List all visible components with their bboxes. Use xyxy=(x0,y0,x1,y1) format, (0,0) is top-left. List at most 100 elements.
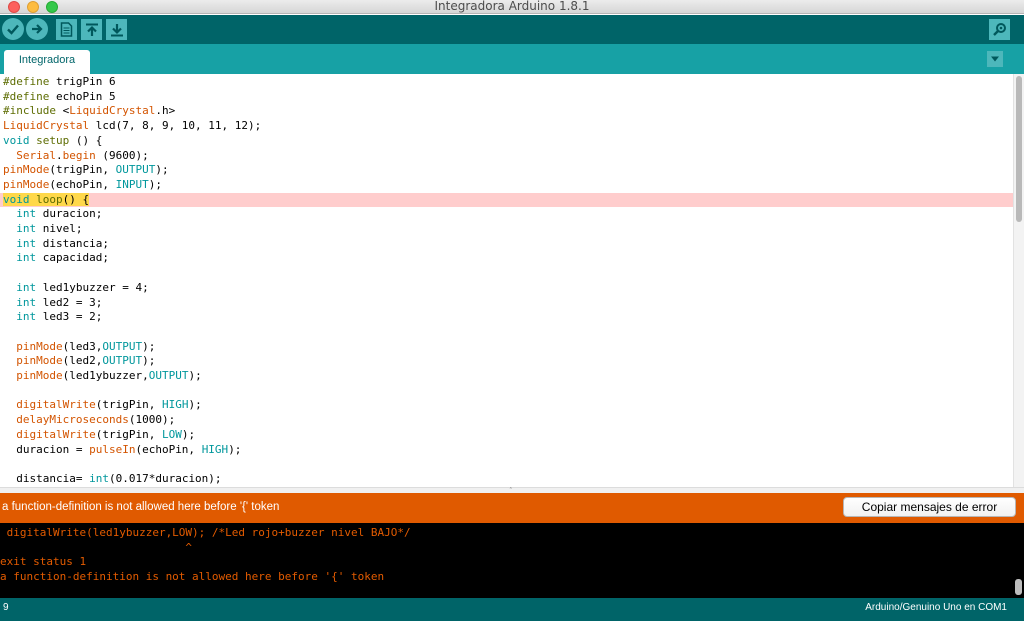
code-token: (led3, xyxy=(62,339,103,353)
code-token: ); xyxy=(188,398,202,412)
code-line[interactable]: void setup () { xyxy=(0,134,1013,149)
code-line[interactable]: LiquidCrystal lcd(7, 8, 9, 10, 11, 12); xyxy=(0,119,1013,134)
serial-monitor-button[interactable] xyxy=(989,19,1010,40)
code-token: int xyxy=(16,295,37,309)
code-token: ); xyxy=(142,339,156,353)
code-line[interactable] xyxy=(0,325,1013,340)
code-line[interactable]: pinMode(led1ybuzzer,OUTPUT); xyxy=(0,369,1013,384)
open-sketch-button[interactable] xyxy=(81,19,102,40)
code-token: HIGH xyxy=(201,442,229,456)
code-token: pinMode xyxy=(16,339,63,353)
copy-error-messages-button[interactable]: Copiar mensajes de error xyxy=(843,497,1016,517)
code-token: capacidad; xyxy=(36,251,109,265)
code-token: int xyxy=(16,207,37,221)
code-line[interactable]: int capacidad; xyxy=(0,251,1013,266)
code-line[interactable] xyxy=(0,266,1013,281)
tab-menu-button[interactable] xyxy=(987,51,1003,67)
editor-scrollbar[interactable] xyxy=(1013,74,1024,487)
code-token: ); xyxy=(181,427,196,441)
code-token: (trigPin, xyxy=(49,163,116,177)
save-sketch-button[interactable] xyxy=(106,19,127,40)
code-line[interactable]: digitalWrite(trigPin, HIGH); xyxy=(0,398,1013,413)
code-line[interactable]: int duracion; xyxy=(0,207,1013,222)
cursor-line-number: 9 xyxy=(3,602,9,613)
code-token: #define xyxy=(3,89,50,103)
code-line[interactable]: #define echoPin 5 xyxy=(0,90,1013,105)
code-line[interactable]: duracion = pulseIn(echoPin, HIGH); xyxy=(0,443,1013,458)
code-token: trigPin 6 xyxy=(49,75,116,88)
code-token: ); xyxy=(148,177,162,191)
code-line[interactable]: int led2 = 3; xyxy=(0,296,1013,311)
code-token: pinMode xyxy=(3,177,50,191)
code-token: HIGH xyxy=(161,398,189,412)
code-editor[interactable]: #define trigPin 6 #define echoPin 5 #inclu… xyxy=(0,74,1024,487)
code-line[interactable]: #include <LiquidCrystal.h> xyxy=(0,104,1013,119)
console-line: exit status 1 xyxy=(0,555,87,569)
triangle-down-icon xyxy=(991,56,999,62)
code-line[interactable]: Serial.begin (9600); xyxy=(0,149,1013,164)
code-token: ); xyxy=(155,163,169,177)
code-token: pinMode xyxy=(16,369,63,382)
code-token: duracion; xyxy=(36,207,103,221)
code-token: int xyxy=(16,251,37,265)
code-line[interactable] xyxy=(0,384,1013,399)
code-line[interactable]: delayMicroseconds(1000); xyxy=(0,413,1013,428)
code-token: pinMode xyxy=(16,354,63,368)
code-token: led3 = 2; xyxy=(36,310,103,324)
code-line[interactable]: pinMode(led3,OUTPUT); xyxy=(0,340,1013,355)
code-token: lcd(7, 8, 9, 10, 11, 12); xyxy=(89,119,262,133)
code-token: LiquidCrystal xyxy=(69,104,156,118)
status-bar: 9 Arduino/Genuino Uno en COM1 xyxy=(0,598,1024,621)
code-token: #include xyxy=(3,104,56,118)
code-line[interactable]: pinMode(echoPin, INPUT); xyxy=(0,178,1013,193)
code-line[interactable]: digitalWrite(trigPin, LOW); xyxy=(0,428,1013,443)
code-token: int xyxy=(16,222,37,235)
console-scrollbar-thumb[interactable] xyxy=(1015,579,1022,595)
code-line[interactable]: #define trigPin 6 xyxy=(0,75,1013,90)
code-token: ); xyxy=(188,369,202,382)
code-token: INPUT xyxy=(115,177,149,191)
code-token: digitalWrite xyxy=(16,398,96,412)
code-token: (0.017*duracion); xyxy=(108,471,222,485)
code-line[interactable]: pinMode(trigPin, OUTPUT); xyxy=(0,163,1013,178)
code-token: setup xyxy=(36,133,70,147)
code-token: led1ybuzzer = 4; xyxy=(36,280,149,294)
code-token: pinMode xyxy=(3,163,50,177)
verify-button[interactable] xyxy=(2,18,24,40)
code-token: . xyxy=(56,148,63,162)
code-line[interactable]: pinMode(led2,OUTPUT); xyxy=(0,354,1013,369)
console-line: a function-definition is not allowed her… xyxy=(0,570,385,584)
code-line[interactable]: int led3 = 2; xyxy=(0,310,1013,325)
code-line[interactable]: int distancia; xyxy=(0,237,1013,252)
code-token: int xyxy=(16,310,37,324)
editor-scrollbar-thumb[interactable] xyxy=(1016,76,1022,222)
console-scrollbar[interactable] xyxy=(1013,523,1024,598)
code-line[interactable]: void loop() { xyxy=(0,192,1013,208)
code-token: delayMicroseconds xyxy=(16,413,129,427)
new-sketch-button[interactable] xyxy=(56,19,77,40)
code-token: nivel; xyxy=(36,222,83,235)
arrow-down-icon xyxy=(110,23,123,36)
error-message: a function-definition is not allowed her… xyxy=(2,501,280,513)
code-token: void xyxy=(3,192,30,206)
upload-button[interactable] xyxy=(26,18,48,40)
code-token: < xyxy=(55,104,70,118)
code-token: #define xyxy=(3,75,50,88)
code-line[interactable]: int nivel; xyxy=(0,222,1013,237)
code-token: int xyxy=(16,236,37,250)
code-line[interactable]: distancia= int(0.017*duracion); xyxy=(0,472,1013,487)
code-token: loop xyxy=(36,192,63,206)
output-console[interactable]: digitalWrite(led1ybuzzer,LOW); /*Led roj… xyxy=(0,523,1024,598)
tab-integradora[interactable]: Integradora xyxy=(4,50,90,74)
code-line[interactable] xyxy=(0,457,1013,472)
tab-bar: Integradora xyxy=(0,44,1024,74)
code-line[interactable]: int led1ybuzzer = 4; xyxy=(0,281,1013,296)
code-token: ); xyxy=(228,442,242,456)
